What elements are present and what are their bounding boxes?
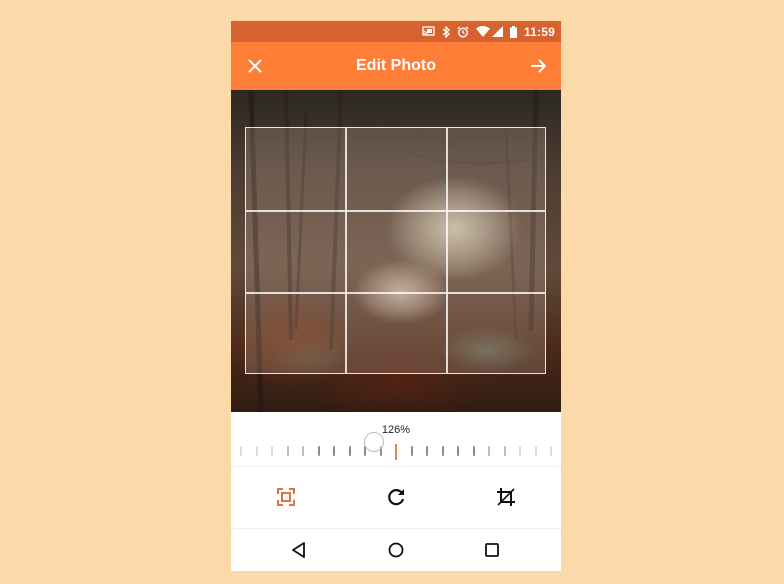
system-nav-bar <box>231 528 561 571</box>
ruler-tick <box>488 446 490 456</box>
ruler-center-indicator <box>395 444 397 460</box>
ruler-tick <box>426 446 428 456</box>
grid-line-vertical <box>446 128 448 373</box>
ruler-tick <box>271 446 273 456</box>
home-icon <box>388 542 404 558</box>
crop-icon <box>497 488 515 506</box>
battery-icon <box>509 25 517 38</box>
ruler-tick <box>519 446 521 456</box>
rotate-tool-button[interactable] <box>384 485 408 509</box>
zoom-value-label: 126% <box>381 424 411 436</box>
ruler-tick <box>457 446 459 456</box>
bluetooth-icon <box>442 25 450 38</box>
ruler-tick <box>317 446 320 456</box>
status-bar: 11:59 <box>231 21 561 42</box>
ruler-tick <box>410 446 413 456</box>
tool-bar <box>231 467 561 528</box>
arrow-right-icon <box>531 59 546 73</box>
crop-frame[interactable] <box>245 127 546 374</box>
ruler-tick <box>333 446 335 456</box>
ruler-tick <box>472 446 475 456</box>
grid-line-horizontal <box>246 210 545 212</box>
crop-tool-button[interactable] <box>494 485 518 509</box>
ruler-tick <box>534 446 537 456</box>
page-title: Edit Photo <box>356 57 436 74</box>
cast-icon <box>422 26 435 37</box>
nav-recents-button[interactable] <box>482 540 502 560</box>
ruler-tick <box>302 446 304 456</box>
ruler-tick <box>503 446 506 456</box>
zoom-ruler[interactable] <box>231 444 561 460</box>
grid-line-horizontal <box>246 292 545 294</box>
ruler-tick <box>286 446 289 456</box>
photo-canvas[interactable] <box>231 90 561 412</box>
ruler-tick <box>348 446 351 456</box>
zoom-slider-section: 126% <box>231 412 561 467</box>
phone-screen: 11:59 Edit Photo 126% <box>231 21 561 571</box>
ruler-tick <box>240 446 242 456</box>
ruler-tick <box>441 446 444 456</box>
back-icon <box>292 542 305 558</box>
recents-icon <box>485 543 499 557</box>
grid-line-vertical <box>345 128 347 373</box>
signal-icon <box>491 26 503 37</box>
status-time: 11:59 <box>523 24 555 39</box>
nav-home-button[interactable] <box>386 540 406 560</box>
scale-icon <box>277 488 295 506</box>
ruler-tick <box>550 446 552 456</box>
zoom-slider-thumb[interactable] <box>364 432 384 452</box>
nav-back-button[interactable] <box>289 540 309 560</box>
rotate-icon <box>388 489 405 506</box>
app-bar: Edit Photo <box>231 42 561 90</box>
ruler-tick <box>255 446 258 456</box>
alarm-icon <box>457 25 469 38</box>
next-button[interactable] <box>527 54 551 78</box>
scale-tool-button[interactable] <box>274 485 298 509</box>
wifi-icon <box>475 26 490 37</box>
